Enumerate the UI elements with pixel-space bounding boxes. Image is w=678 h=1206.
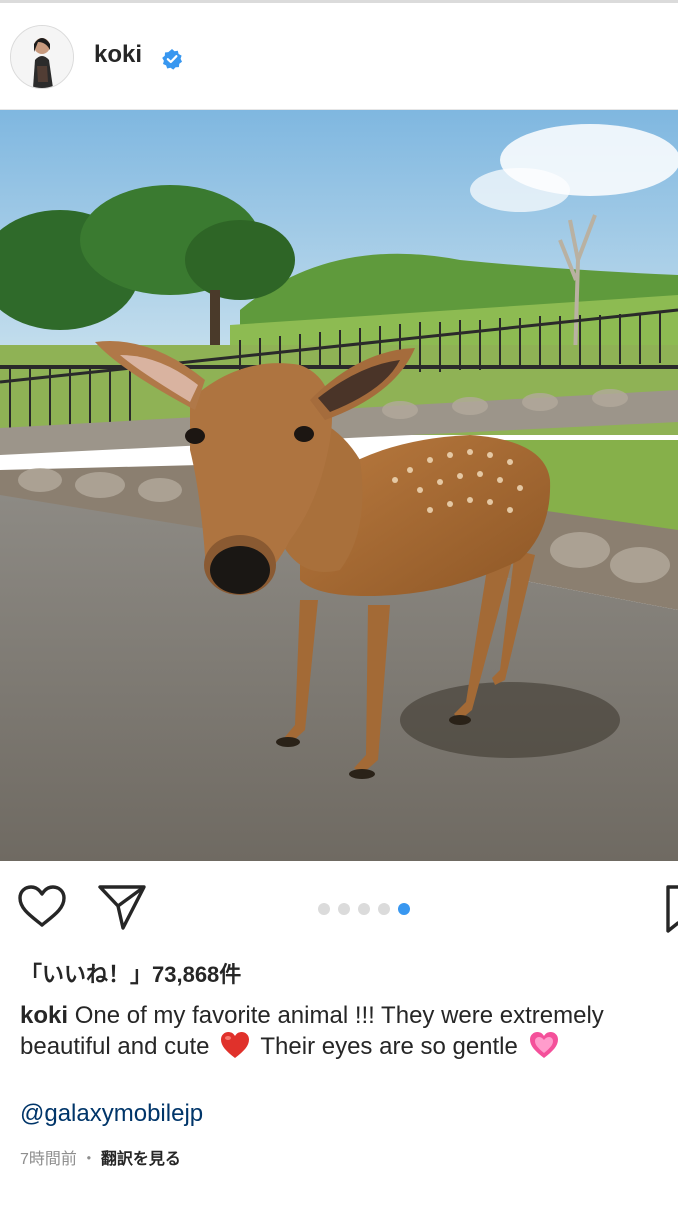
- mention-link[interactable]: @galaxymobilejp: [20, 1100, 203, 1128]
- likes-count[interactable]: 「いいね！」73,868件: [20, 957, 241, 989]
- bookmark-icon[interactable]: [666, 885, 678, 933]
- verified-badge-icon: [161, 48, 183, 70]
- action-bar: [0, 861, 678, 951]
- pink-heart-emoji-icon: [529, 1031, 559, 1059]
- post-image[interactable]: [0, 110, 678, 861]
- timestamp: 7時間前: [20, 1151, 77, 1168]
- see-translation-link[interactable]: 翻訳を見る: [101, 1151, 181, 1168]
- carousel-indicator: [318, 903, 410, 915]
- meta-separator: ・: [80, 1151, 97, 1168]
- caption-username[interactable]: koki: [20, 1002, 68, 1029]
- carousel-dot-active: [398, 903, 410, 915]
- post-username[interactable]: koki: [94, 41, 142, 69]
- carousel-dot: [318, 903, 330, 915]
- avatar[interactable]: [10, 25, 74, 89]
- post-header: koki: [0, 3, 678, 110]
- paper-plane-icon[interactable]: [98, 884, 146, 930]
- heart-outline-icon[interactable]: [17, 885, 67, 929]
- post-caption: koki One of my favorite animal !!! They …: [20, 1000, 678, 1062]
- carousel-dot: [358, 903, 370, 915]
- carousel-dot: [338, 903, 350, 915]
- carousel-dot: [378, 903, 390, 915]
- caption-text-2: Their eyes are so gentle: [260, 1033, 518, 1060]
- red-heart-emoji-icon: [220, 1031, 250, 1059]
- post-meta: 7時間前・翻訳を見る: [20, 1145, 181, 1169]
